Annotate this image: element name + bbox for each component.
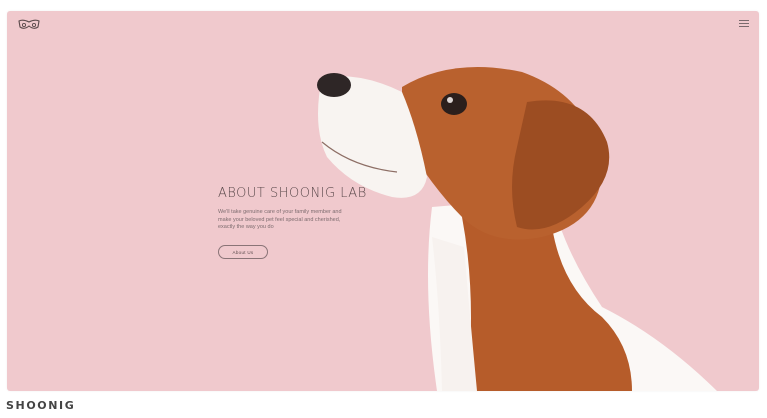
hero-text: ABOUT SHOONIG LAB We'll take genuine car… — [218, 186, 388, 232]
hero-description: We'll take genuine care of your family m… — [218, 209, 342, 231]
hero-title: ABOUT SHOONIG LAB — [218, 186, 367, 201]
hamburger-menu-icon[interactable] — [739, 18, 749, 28]
about-us-button[interactable]: About Us — [218, 245, 268, 259]
hero-card: ABOUT SHOONIG LAB We'll take genuine car… — [7, 11, 759, 391]
footer-brand: SHOONIG — [6, 399, 76, 412]
logo-icon[interactable] — [18, 19, 40, 30]
